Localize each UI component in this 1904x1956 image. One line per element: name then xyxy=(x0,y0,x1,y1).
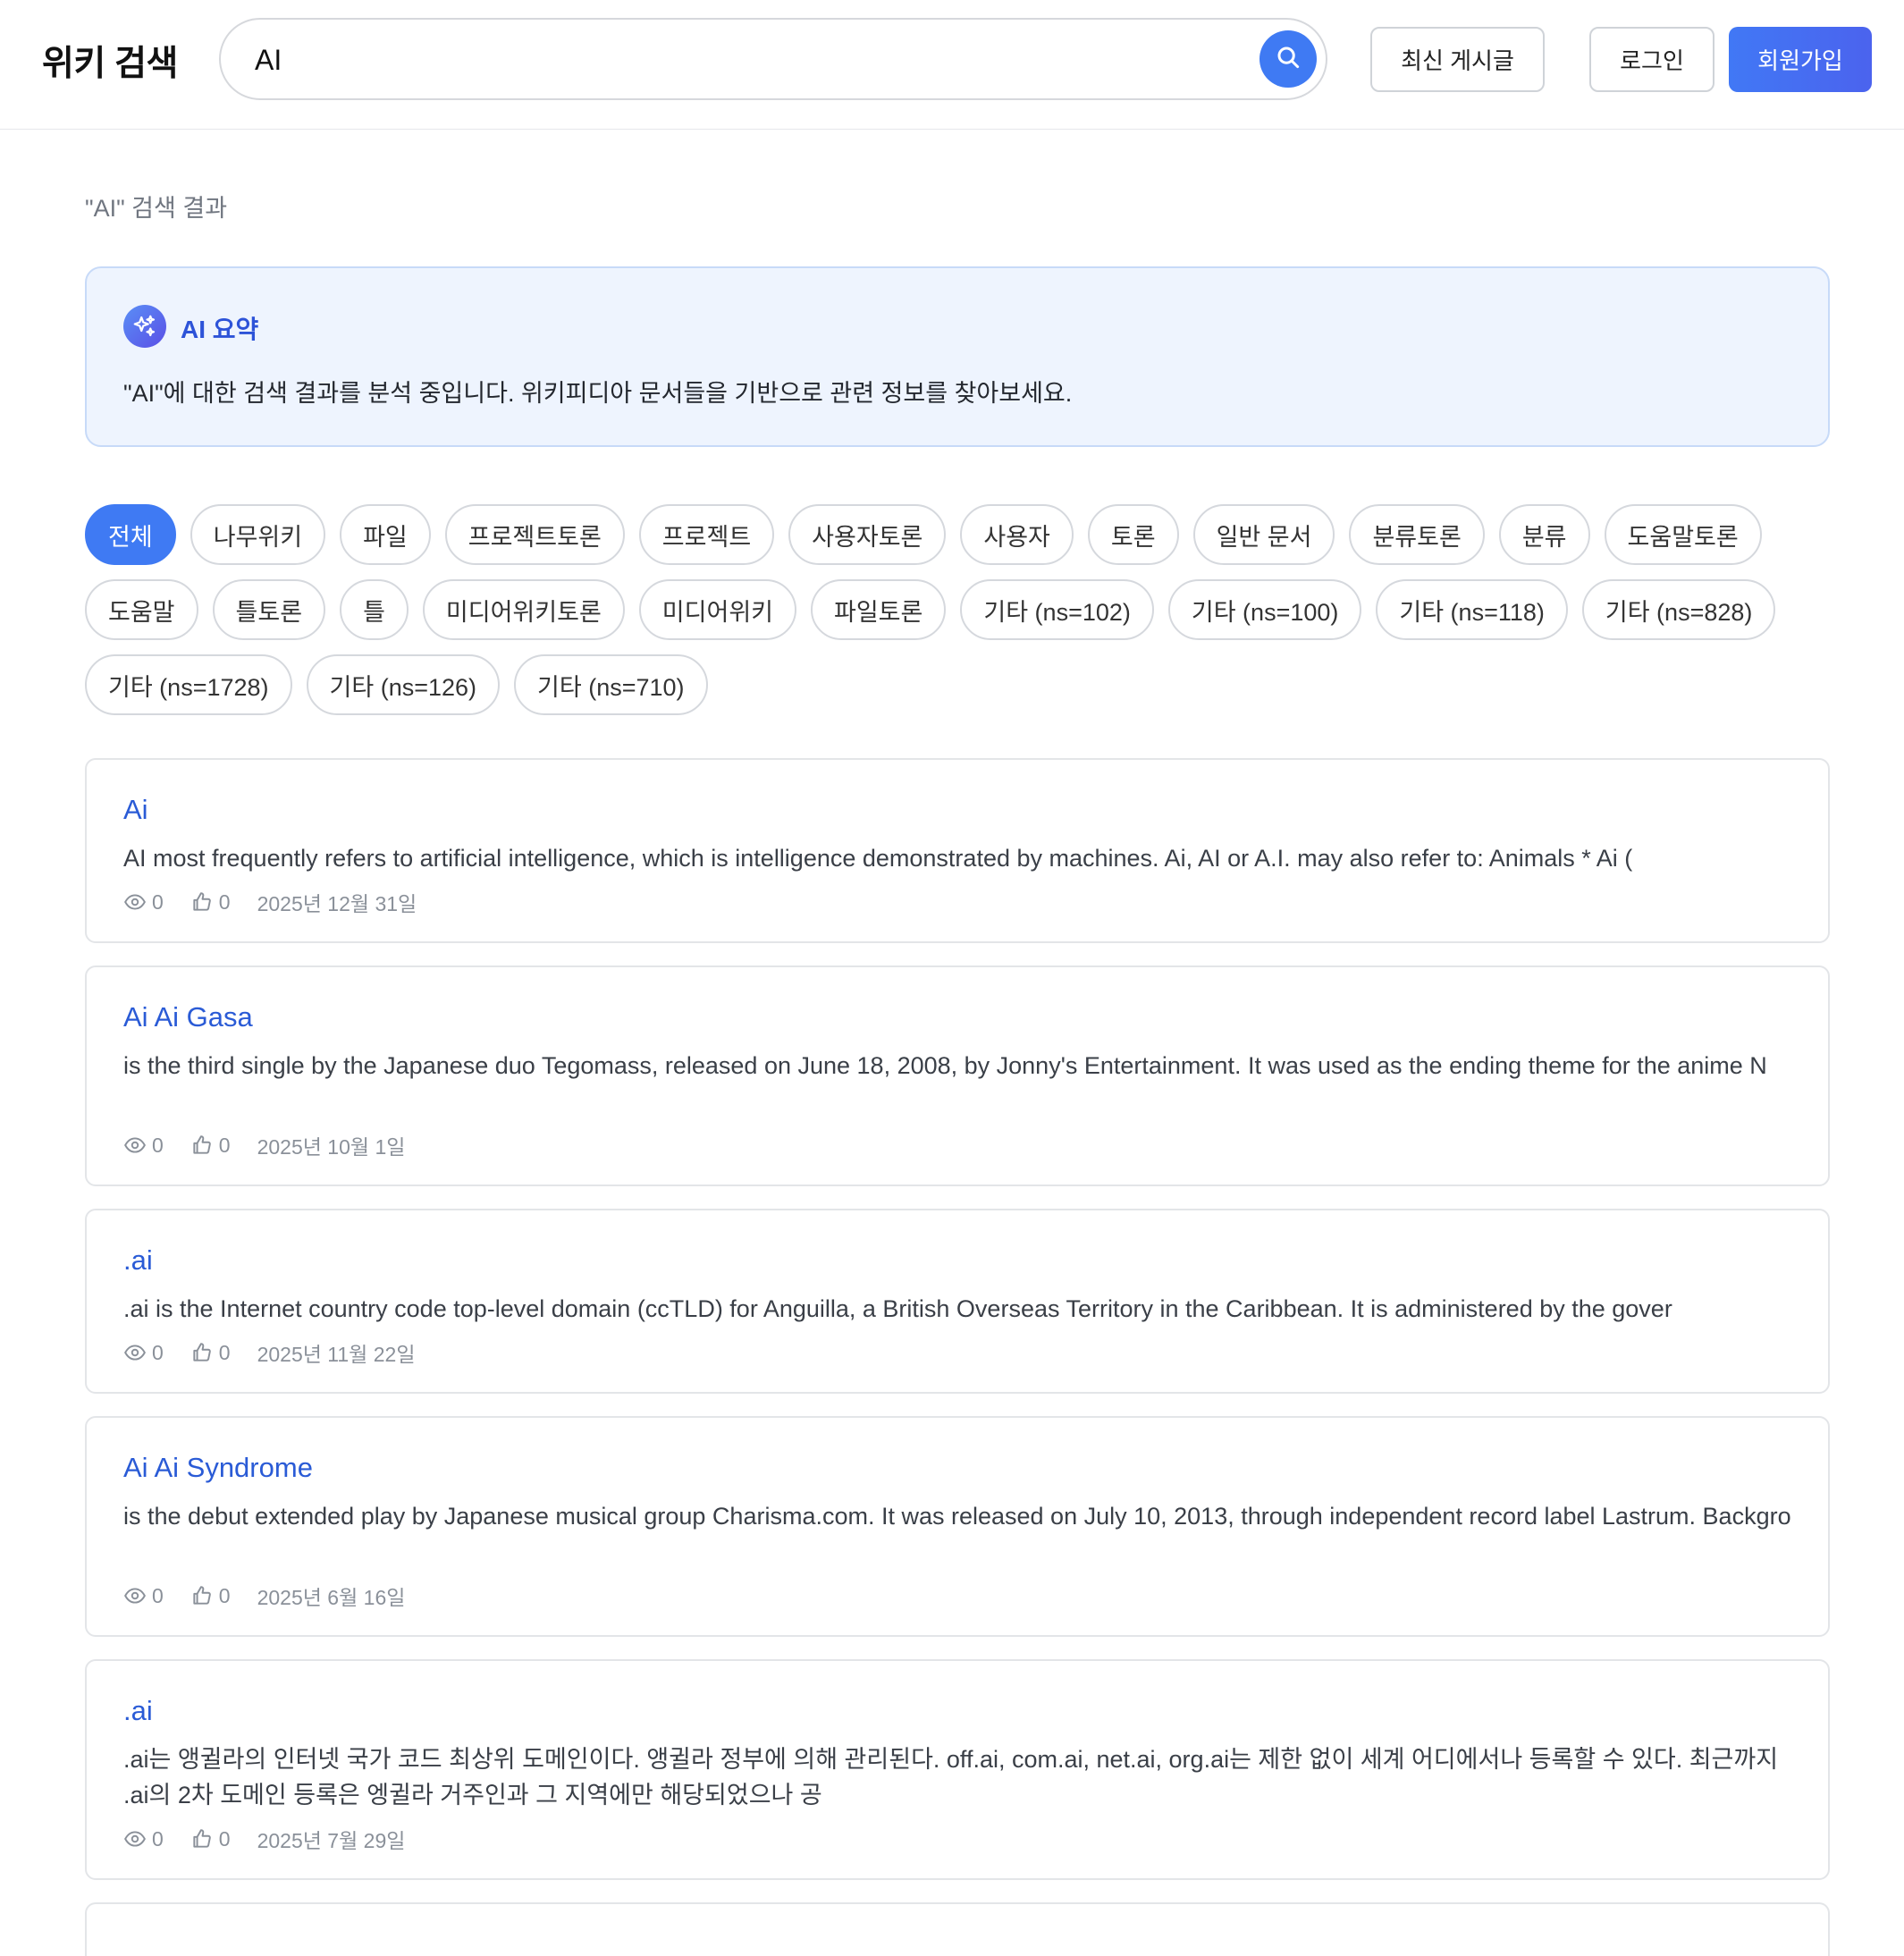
view-count: 0 xyxy=(152,1133,164,1157)
filter-row: 기타 (ns=1728) 기타 (ns=126) 기타 (ns=710) xyxy=(85,654,708,715)
like-count: 0 xyxy=(218,1133,231,1157)
thumbs-up-icon xyxy=(190,890,214,914)
result-snippet: .ai is the Internet country code top-lev… xyxy=(123,1295,1672,1322)
result-card[interactable]: Ai AI most frequently refers to artifici… xyxy=(85,758,1830,943)
filter-chip[interactable]: 토론 xyxy=(1087,504,1179,565)
filter-chip[interactable]: 도움말 xyxy=(85,579,198,640)
result-meta: 0 0 2025년 7월 29일 xyxy=(123,1824,405,1854)
eye-icon xyxy=(123,890,147,914)
filter-chip[interactable]: 틀 xyxy=(340,579,409,640)
login-button[interactable]: 로그인 xyxy=(1589,27,1714,92)
filter-chip[interactable]: 나무위키 xyxy=(190,504,326,565)
result-snippet: is the debut extended play by Japanese m… xyxy=(123,1503,1791,1530)
like-count: 0 xyxy=(218,1583,231,1607)
thumbs-up-icon xyxy=(190,1341,214,1364)
result-title[interactable]: Ai Ai Gasa xyxy=(123,1001,253,1033)
search-result-heading: "AI" 검색 결과 xyxy=(85,195,228,222)
site-logo[interactable]: 위키 검색 xyxy=(42,36,178,86)
signup-button[interactable]: 회원가입 xyxy=(1729,27,1872,92)
result-date: 2025년 7월 29일 xyxy=(257,1829,406,1852)
filter-chip[interactable]: 분류토론 xyxy=(1349,504,1485,565)
result-date: 2025년 12월 31일 xyxy=(257,892,417,915)
like-count: 0 xyxy=(218,1340,231,1364)
thumbs-up-icon xyxy=(190,1584,214,1607)
result-title[interactable]: .ai xyxy=(123,1244,153,1277)
result-meta: 0 0 2025년 6월 16일 xyxy=(123,1581,405,1611)
like-count: 0 xyxy=(218,1826,231,1851)
filter-chip[interactable]: 기타 (ns=126) xyxy=(306,654,501,715)
view-count: 0 xyxy=(152,1583,164,1607)
thumbs-up-icon xyxy=(190,1134,214,1157)
filter-chip[interactable]: 기타 (ns=102) xyxy=(960,579,1154,640)
filter-chip[interactable]: 프로젝트토론 xyxy=(444,504,625,565)
result-date: 2025년 10월 1일 xyxy=(257,1135,406,1159)
filter-chip[interactable]: 기타 (ns=100) xyxy=(1167,579,1362,640)
search-bar xyxy=(219,18,1327,100)
result-snippet: .ai는 앵귈라의 인터넷 국가 코드 최상위 도메인이다. 앵귈라 정부에 의… xyxy=(123,1746,1779,1808)
ai-summary-title: AI 요약 xyxy=(181,316,259,343)
result-card[interactable]: Ai Ai Gasa is the third single by the Ja… xyxy=(85,965,1830,1186)
filter-chip[interactable]: 전체 xyxy=(85,504,176,565)
result-snippet: AI most frequently refers to artificial … xyxy=(123,845,1633,872)
thumbs-up-icon xyxy=(190,1827,214,1851)
result-meta: 0 0 2025년 12월 31일 xyxy=(123,887,417,917)
view-count: 0 xyxy=(152,1340,164,1364)
eye-icon xyxy=(123,1341,147,1364)
filter-chip[interactable]: 기타 (ns=828) xyxy=(1581,579,1776,640)
filter-chip[interactable]: 파일 xyxy=(340,504,431,565)
search-input[interactable] xyxy=(255,36,1193,84)
ai-summary-text: "AI"에 대한 검색 결과를 분석 중입니다. 위키피디아 문서들을 기반으로… xyxy=(123,380,1073,407)
result-title[interactable]: Ai xyxy=(123,794,148,826)
filter-chip[interactable]: 기타 (ns=710) xyxy=(514,654,708,715)
result-meta: 0 0 2025년 11월 22일 xyxy=(123,1337,415,1368)
filter-chip[interactable]: 미디어위키 xyxy=(638,579,796,640)
filter-chip[interactable]: 프로젝트 xyxy=(638,504,775,565)
eye-icon xyxy=(123,1827,147,1851)
eye-icon xyxy=(123,1134,147,1157)
view-count: 0 xyxy=(152,1826,164,1851)
search-icon xyxy=(1275,44,1302,75)
like-count: 0 xyxy=(218,889,231,914)
filter-chip[interactable]: 파일토론 xyxy=(811,579,947,640)
sparkle-icon xyxy=(123,305,166,348)
result-card[interactable]: .ai .ai는 앵귈라의 인터넷 국가 코드 최상위 도메인이다. 앵귈라 정… xyxy=(85,1659,1830,1880)
result-card[interactable]: .ai .ai is the Internet country code top… xyxy=(85,1209,1830,1394)
search-button[interactable] xyxy=(1260,30,1317,88)
result-title[interactable]: .ai xyxy=(123,1695,153,1727)
filter-chip[interactable]: 사용자토론 xyxy=(788,504,947,565)
filter-chip[interactable]: 사용자 xyxy=(960,504,1074,565)
filter-chip[interactable]: 일반 문서 xyxy=(1192,504,1335,565)
filter-chip[interactable]: 틀토론 xyxy=(212,579,326,640)
eye-icon xyxy=(123,1584,147,1607)
recent-posts-button[interactable]: 최신 게시글 xyxy=(1370,27,1545,92)
result-date: 2025년 6월 16일 xyxy=(257,1586,406,1609)
top-header: 위키 검색 최신 게시글 로그인 회원가입 xyxy=(0,0,1904,130)
filter-chip[interactable]: 기타 (ns=118) xyxy=(1376,579,1568,640)
filter-chip[interactable]: 미디어위키토론 xyxy=(422,579,625,640)
filter-chip[interactable]: 기타 (ns=1728) xyxy=(85,654,292,715)
result-snippet: is the third single by the Japanese duo … xyxy=(123,1052,1767,1079)
result-title[interactable]: Ai Ai Syndrome xyxy=(123,1452,313,1484)
filter-chip[interactable]: 분류 xyxy=(1498,504,1590,565)
filter-chip[interactable]: 도움말토론 xyxy=(1604,504,1762,565)
result-card[interactable] xyxy=(85,1902,1830,1956)
result-meta: 0 0 2025년 10월 1일 xyxy=(123,1130,405,1160)
filter-row: 전체 나무위키 파일 프로젝트토론 프로젝트 사용자토론 사용자 토론 일반 문서 분류토론 분류 도… xyxy=(85,504,1762,565)
result-card[interactable]: Ai Ai Syndrome is the debut extended pla… xyxy=(85,1416,1830,1637)
ai-summary-panel: AI 요약 "AI"에 대한 검색 결과를 분석 중입니다. 위키피디아 문서들… xyxy=(85,266,1830,447)
result-date: 2025년 11월 22일 xyxy=(257,1343,416,1366)
view-count: 0 xyxy=(152,889,164,914)
filter-row: 도움말 틀토론 틀 미디어위키토론 미디어위키 파일토론 기타 (ns=102) 기타 (ns… xyxy=(85,579,1776,640)
